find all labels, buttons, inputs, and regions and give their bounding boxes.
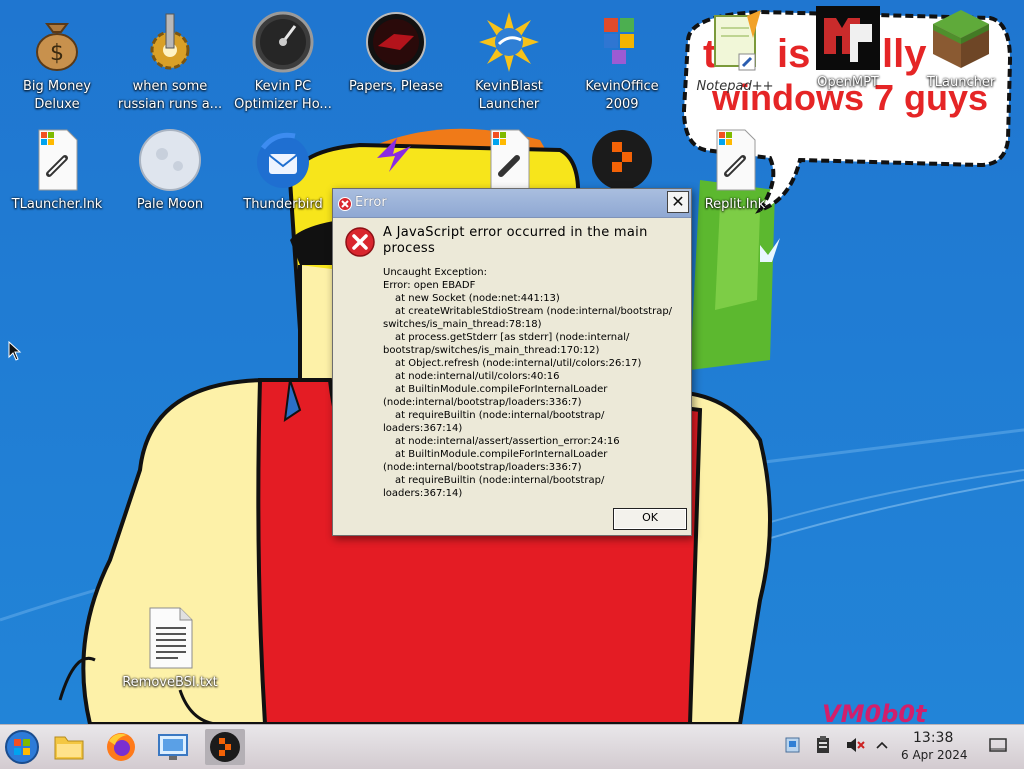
chevron-up-icon[interactable] [875, 735, 889, 759]
message-line: at BuiltinModule.compileForInternalLoade… [395, 384, 608, 395]
desktop-icon-label: TLauncher.lnk [11, 197, 103, 212]
ok-button[interactable]: OK [613, 508, 687, 530]
message-line: switches/is_main_thread:78:18) [383, 319, 542, 330]
desktop-icon-notepad-plus-plus[interactable]: Notepad++ [680, 10, 790, 96]
desktop-icon-label: Pale Moon [136, 197, 204, 212]
shortcut-file-icon [477, 128, 541, 192]
desktop-icon-purple-app[interactable] [340, 128, 450, 192]
taskbar-replit[interactable] [205, 729, 245, 765]
desktop-icon-kevinoffice[interactable]: KevinOffice 2009 [567, 10, 677, 114]
start-button[interactable] [2, 729, 42, 765]
desktop-icon-label: Notepad++ [696, 79, 774, 94]
message-line: at Object.refresh (node:internal/util/co… [395, 358, 642, 369]
dialog-message: Uncaught Exception: Error: open EBADF at… [383, 266, 683, 500]
network-icon[interactable] [785, 735, 801, 759]
desktop-icon-label: RemoveBSI.txt [122, 675, 218, 690]
desktop-icon-papers-please[interactable]: Papers, Please [341, 10, 451, 96]
message-line: at requireBuiltin (node:internal/bootstr… [395, 475, 605, 486]
desktop-icon-tlauncher[interactable]: TLauncher [906, 6, 1016, 92]
desktop-icon-openmpt[interactable]: OpenMPT [793, 6, 903, 92]
taskbar-firefox[interactable] [101, 729, 141, 765]
error-small-icon [338, 196, 352, 215]
firefox-icon [107, 733, 135, 761]
message-line: at node:internal/util/colors:40:16 [395, 371, 560, 382]
desktop-icon-label: Replit.lnk [704, 197, 766, 212]
message-line: at createWritableStdioStream (node:inter… [395, 306, 673, 317]
taskbar-remote-desktop[interactable] [153, 729, 193, 765]
message-line: at BuiltinModule.compileForInternalLoade… [395, 449, 608, 460]
clipboard-icon[interactable] [815, 735, 831, 759]
desktop-icon-label: Big Money Deluxe [22, 79, 91, 112]
grass-block-icon [929, 6, 993, 70]
text-file-icon [138, 606, 202, 670]
desktop-icon-shortcut-hidden[interactable] [454, 128, 564, 192]
message-line: (node:internal/bootstrap/loaders:336:7) [383, 462, 582, 473]
openmpt-icon [816, 6, 880, 70]
close-button[interactable]: ✕ [667, 191, 689, 213]
message-line: loaders:367:14) [383, 423, 463, 434]
desktop-icon-pale-moon[interactable]: Pale Moon [115, 128, 225, 214]
money-bag-icon: $ [25, 10, 89, 74]
show-desktop-icon[interactable] [989, 735, 1007, 759]
desktop-icon-label: TLauncher [926, 75, 996, 90]
desktop-icon-label: KevinOffice 2009 [585, 79, 659, 112]
desktop-icon-replit-lnk[interactable]: Replit.lnk [680, 128, 790, 214]
desktop-icon-label: OpenMPT [817, 75, 879, 90]
purple-logo-icon [363, 128, 427, 192]
thunderbird-icon [251, 128, 315, 192]
taskbar: 13:38 6 Apr 2024 [0, 724, 1024, 769]
notepad-icon [703, 10, 767, 74]
desktop-icon-thunderbird[interactable]: Thunderbird [228, 128, 338, 214]
desktop-icon-kevin-pc-optimizer[interactable]: Kevin PC Optimizer Ho... [228, 10, 338, 114]
error-dialog: Error ✕ A JavaScript error occurred in t… [332, 188, 692, 536]
speedometer-icon [251, 10, 315, 74]
message-line: Error: open EBADF [383, 280, 476, 291]
gear-icon [138, 10, 202, 74]
message-line: Uncaught Exception: [383, 267, 487, 278]
start-orb-icon [5, 730, 39, 764]
dialog-title: Error [355, 195, 387, 210]
sun-globe-icon [477, 10, 541, 74]
dialog-titlebar[interactable]: Error ✕ [333, 189, 691, 218]
desktop-icon-label: Kevin PC Optimizer Ho... [234, 79, 332, 112]
remote-desktop-icon [158, 734, 188, 760]
message-line: at node:internal/assert/assertion_error:… [395, 436, 620, 447]
taskbar-file-explorer[interactable] [49, 729, 89, 765]
error-icon [345, 227, 375, 261]
volume-muted-icon[interactable] [845, 735, 865, 759]
desktop-icon-label: when some russian runs a... [117, 79, 223, 112]
replit-icon [210, 732, 240, 762]
replit-icon [590, 128, 654, 192]
message-line: at requireBuiltin (node:internal/bootstr… [395, 410, 605, 421]
message-line: loaders:367:14) [383, 488, 463, 499]
desktop-icon-removebsi-txt[interactable]: RemoveBSI.txt [115, 606, 225, 692]
svg-text:$: $ [50, 41, 64, 66]
desktop-icon-tlauncher-lnk[interactable]: TLauncher.lnk [2, 128, 112, 214]
message-line: at new Socket (node:net:441:13) [395, 293, 560, 304]
file-explorer-icon [54, 736, 84, 760]
desktop-icon-label: Papers, Please [348, 79, 444, 94]
desktop-icon-label: Thunderbird [243, 197, 323, 212]
papers-please-icon [364, 10, 428, 74]
desktop-icon-replit-app[interactable] [567, 128, 677, 192]
desktop-icon-big-money-deluxe[interactable]: $ Big Money Deluxe [2, 10, 112, 114]
desktop-icon-when-some-russian[interactable]: when some russian runs a... [115, 10, 225, 114]
desktop-icon-label: KevinBlast Launcher [475, 79, 543, 112]
clock-time[interactable]: 13:38 [913, 730, 953, 746]
moon-icon [138, 128, 202, 192]
clock-date[interactable]: 6 Apr 2024 [901, 748, 968, 762]
message-line: bootstrap/switches/is_main_thread:170:12… [383, 345, 600, 356]
office-icon [590, 10, 654, 74]
message-line: (node:internal/bootstrap/loaders:336:7) [383, 397, 582, 408]
desktop-icon-kevinblast-launcher[interactable]: KevinBlast Launcher [454, 10, 564, 114]
mouse-cursor-icon [8, 341, 22, 361]
dialog-heading: A JavaScript error occurred in the main … [383, 225, 648, 256]
message-line: at process.getStderr [as stderr] (node:i… [395, 332, 630, 343]
shortcut-file-icon [25, 128, 89, 192]
shortcut-file-icon [703, 128, 767, 192]
